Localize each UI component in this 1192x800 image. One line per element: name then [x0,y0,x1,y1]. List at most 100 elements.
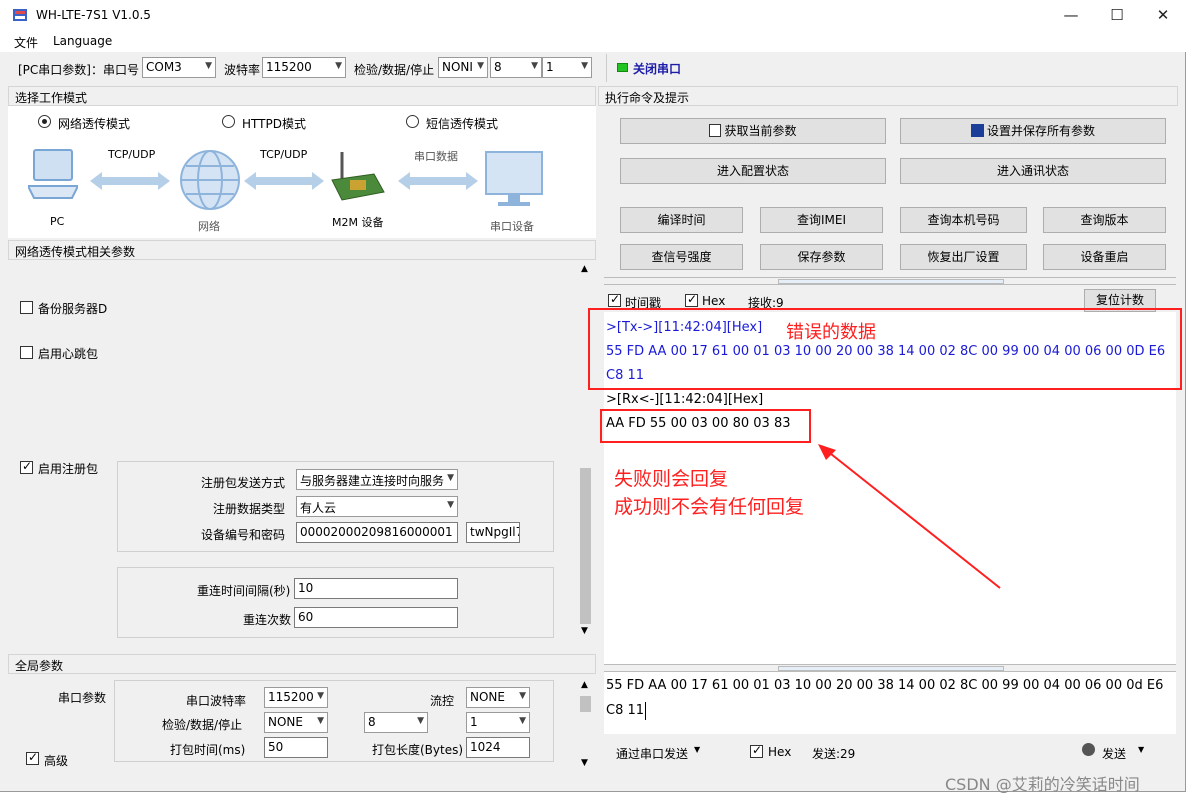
enter-config-button[interactable]: 进入配置状态 [620,158,886,184]
globe-icon [180,150,240,210]
dev-pwd-input[interactable]: twNpgIl7 [466,522,520,543]
note-line-2: 成功则不会有任何回复 [614,496,805,518]
port-select[interactable]: COM3 ▼ [142,57,216,78]
monitor-icon [485,151,543,206]
send-bar: 通过串口发送 ▼ Hex 发送:29 发送 ▼ [604,736,1176,768]
mode-panel-title: 选择工作模式 [8,86,596,106]
g-parity-select[interactable]: NONE ▼ [264,712,328,733]
send-line-1: 55 FD AA 00 17 61 00 01 03 10 00 20 00 3… [606,678,1164,693]
chevron-down-icon: ▼ [477,61,484,71]
close-port-button[interactable]: 关闭串口 [606,54,690,82]
scroll-down-icon[interactable]: ▼ [581,758,588,768]
parity-select[interactable]: NONI ▼ [438,57,488,78]
compile-time-button[interactable]: 编译时间 [620,207,743,233]
enter-comm-button[interactable]: 进入通讯状态 [900,158,1166,184]
advanced-checkbox[interactable] [26,750,39,765]
menu-bar: 文件 Language [0,30,1186,52]
reg-send-select[interactable]: 与服务器建立连接时向服务 ▼ [296,469,458,490]
chevron-down-icon: ▼ [205,61,212,71]
maximize-icon[interactable]: ☐ [1094,0,1140,30]
splitter-top[interactable] [604,277,1176,285]
chevron-down-icon[interactable]: ▼ [694,745,700,754]
serial-device-label: 串口设备 [490,220,534,233]
rx-highlight-box [600,409,811,443]
chevron-down-icon: ▼ [519,691,526,701]
g-flow-label: 流控 [430,694,455,708]
pack-time-input[interactable]: 50 [264,737,328,758]
reconnect-count-input[interactable]: 60 [294,607,458,628]
send-hex-checkbox[interactable] [750,743,763,758]
query-number-button[interactable]: 查询本机号码 [900,207,1027,233]
register-label: 启用注册包 [38,462,99,476]
serial-params-label: 串口参数 [58,691,107,705]
scrollbar-thumb[interactable] [580,468,591,624]
double-arrow-icon [398,172,478,190]
heartbeat-checkbox[interactable] [20,346,33,359]
chevron-down-icon: ▼ [317,716,324,726]
title-bar: WH-LTE-7S1 V1.0.5 — ☐ ✕ [0,0,1186,30]
status-led-icon [617,63,628,72]
send-input[interactable]: 55 FD AA 00 17 61 00 01 03 10 00 20 00 3… [604,672,1176,734]
port-label: [PC串口参数]：串口号 [18,63,139,77]
watermark: CSDN @艾莉的冷笑话时间 [945,775,1140,794]
floppy-disk-icon [970,124,984,137]
device-restart-button[interactable]: 设备重启 [1043,244,1166,270]
g-baud-select[interactable]: 115200 ▼ [264,687,328,708]
scroll-down-icon[interactable]: ▼ [581,626,588,636]
via-serial-dropdown[interactable]: 通过串口发送 [616,745,688,762]
get-params-button[interactable]: 获取当前参数 [620,118,886,144]
mode-label-httpd: HTTPD模式 [242,117,306,131]
scroll-up-icon[interactable]: ▲ [581,680,588,690]
log-hex-checkbox[interactable] [685,292,698,307]
save-all-button[interactable]: 设置并保存所有参数 [900,118,1166,144]
send-button[interactable]: 发送 [1102,745,1126,762]
query-version-button[interactable]: 查询版本 [1043,207,1166,233]
annotation-arrow-icon [818,444,1001,589]
minimize-icon[interactable]: — [1048,0,1094,30]
send-line-2: C8 11 [606,703,645,718]
scrollbar-thumb[interactable] [580,696,591,712]
g-flow-select[interactable]: NONE ▼ [466,687,530,708]
splitter-grip[interactable] [778,666,1004,671]
sent-count: 发送:29 [812,747,856,761]
query-imei-button[interactable]: 查询IMEI [760,207,883,233]
global-params-scrollbar[interactable]: ▲ ▼ [578,678,593,772]
factory-reset-button[interactable]: 恢复出厂设置 [900,244,1027,270]
g-databits-select[interactable]: 8 ▼ [364,712,428,733]
stopbits-select[interactable]: 1 ▼ [542,57,592,78]
log-hex-label: Hex [702,294,726,308]
dev-id-input[interactable]: 00002000209816000001 [296,522,458,543]
mode-radio-httpd[interactable] [222,115,235,128]
dev-id-label: 设备编号和密码 [201,528,286,542]
close-port-label: 关闭串口 [633,62,682,76]
splitter-bottom[interactable] [604,664,1176,672]
app-icon [13,9,27,21]
signal-strength-button[interactable]: 查信号强度 [620,244,743,270]
pack-time-label: 打包时间(ms) [170,743,246,757]
reconnect-count-label: 重连次数 [243,613,292,627]
pack-len-label: 打包长度(Bytes) [372,743,464,757]
pack-len-input[interactable]: 1024 [466,737,530,758]
chevron-down-icon[interactable]: ▼ [1138,745,1144,754]
mode-label-sms: 短信透传模式 [426,117,499,131]
mode-radio-sms[interactable] [406,115,419,128]
menu-language[interactable]: Language [53,34,112,48]
timestamp-checkbox[interactable] [608,292,621,307]
register-checkbox[interactable] [20,459,33,474]
scroll-up-icon[interactable]: ▲ [581,264,588,274]
databits-select[interactable]: 8 ▼ [490,57,542,78]
save-params-button[interactable]: 保存参数 [760,244,883,270]
reconnect-interval-input[interactable]: 10 [294,578,458,599]
g-stopbits-select[interactable]: 1 ▼ [466,712,530,733]
parity-label: 检验/数据/停止 [354,63,435,77]
backup-server-checkbox[interactable] [20,301,33,314]
reg-type-select[interactable]: 有人云 ▼ [296,496,458,517]
mode-radio-network[interactable] [38,115,51,128]
close-icon[interactable]: ✕ [1140,0,1186,30]
rx-header: >[Rx<-][11:42:04][Hex] [606,392,764,407]
window-title: WH-LTE-7S1 V1.0.5 [36,8,151,22]
baud-select[interactable]: 115200 ▼ [262,57,346,78]
splitter-grip[interactable] [778,279,1004,284]
menu-file[interactable]: 文件 [14,34,38,51]
mode-label-network: 网络透传模式 [58,117,131,131]
